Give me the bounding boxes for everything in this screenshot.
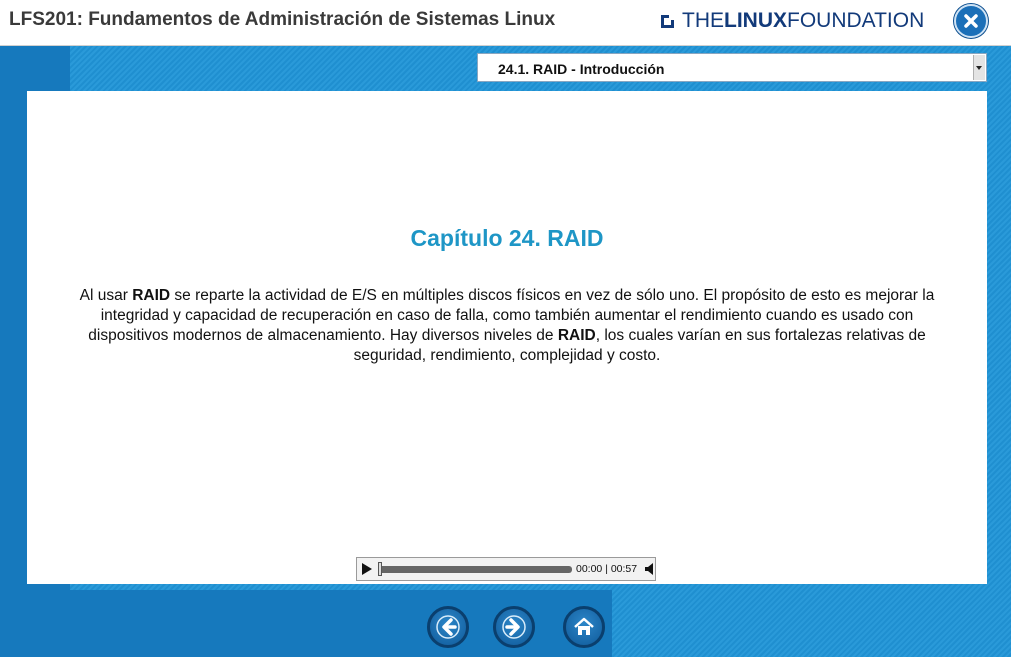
close-icon — [964, 14, 978, 28]
chevron-down-icon[interactable] — [973, 55, 985, 80]
header-bar: LFS201: Fundamentos de Administración de… — [0, 0, 1011, 46]
forward-button[interactable] — [493, 606, 535, 648]
back-arrow-icon — [436, 615, 460, 639]
intro-paragraph: Al usar RAID se reparte la actividad de … — [79, 287, 935, 364]
seek-bar[interactable] — [379, 566, 572, 573]
course-title: LFS201: Fundamentos de Administración de… — [9, 9, 556, 30]
play-icon[interactable] — [362, 563, 372, 575]
seek-handle[interactable] — [378, 562, 382, 576]
back-button[interactable] — [427, 606, 469, 648]
close-button[interactable] — [954, 4, 988, 38]
forward-arrow-icon — [502, 615, 526, 639]
home-button[interactable] — [563, 606, 605, 648]
section-select-value: 24.1. RAID - Introducción — [498, 61, 665, 77]
section-select[interactable]: 24.1. RAID - Introducción — [477, 53, 987, 82]
home-icon — [574, 617, 594, 635]
volume-icon[interactable] — [645, 563, 654, 575]
linux-foundation-logo: THE LINUX FOUNDATION — [661, 8, 924, 34]
time-display: 00:00 | 00:57 — [576, 563, 638, 575]
content-panel: Capítulo 24. RAID Al usar RAID se repart… — [27, 91, 987, 584]
logo-mark-icon — [661, 14, 674, 28]
chapter-title: Capítulo 24. RAID — [410, 225, 604, 251]
audio-player: 00:00 | 00:57 — [356, 557, 656, 581]
